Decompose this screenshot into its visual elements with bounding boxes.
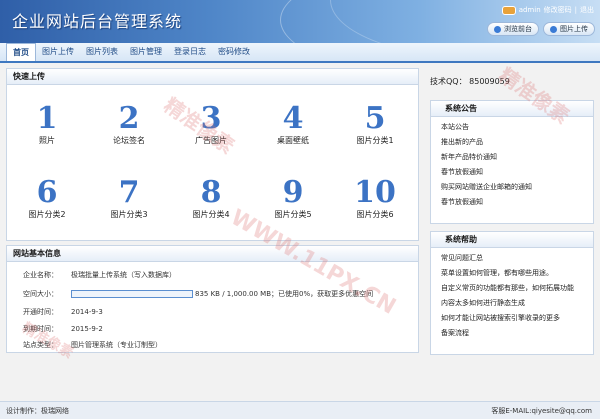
- quick-upload-item[interactable]: 10 图片分类6: [335, 177, 415, 220]
- quick-upload-item[interactable]: 6 图片分类2: [7, 177, 87, 220]
- item-label: 图片分类1: [356, 136, 394, 145]
- tab-image-manage[interactable]: 图片管理: [124, 43, 168, 61]
- quick-upload-item[interactable]: 7 图片分类3: [89, 177, 169, 220]
- quick-upload-grid: 1 照片 2 论坛签名 3 广告图片 4 桌面壁纸 5 图片分类1 6 图片分类…: [7, 85, 418, 241]
- item-label: 图片分类4: [192, 210, 230, 219]
- quick-upload-item[interactable]: 8 图片分类4: [171, 177, 251, 220]
- space-size: 835 KB / 1,000.00 MB；: [195, 290, 279, 298]
- tech-qq: 技术QQ： 85009059: [430, 77, 510, 86]
- help-panel: 系统帮助 常见问题汇总 菜单设置如何管理，都有哪些用途。 自定义常页的功能都有那…: [430, 231, 594, 355]
- info-key: 空间大小：: [23, 290, 58, 298]
- header-buttons: 浏览前台 图片上传: [487, 22, 595, 36]
- header: 企业网站后台管理系统 admin 修改密码 | 退出 浏览前台 图片上传: [0, 0, 600, 43]
- info-key: 企业名称：: [23, 271, 58, 279]
- notice-item[interactable]: 新年产品特价通知: [441, 150, 593, 165]
- item-number: 9: [282, 175, 304, 210]
- info-row-space: 空间大小： 835 KB / 1,000.00 MB； 已使用0% ，获取更多优…: [23, 289, 373, 299]
- item-label: 图片分类5: [274, 210, 312, 219]
- item-label: 广告图片: [195, 136, 227, 145]
- footer: 设计制作：极瑞网络 客服E-MAIL:qiyesite@qq.com: [0, 401, 600, 419]
- item-label: 图片分类3: [110, 210, 148, 219]
- item-label: 照片: [39, 136, 55, 145]
- button-label: 浏览前台: [504, 25, 532, 33]
- space-used: 已使用0%: [278, 290, 311, 298]
- info-key: 站点类型：: [23, 341, 58, 349]
- item-label: 论坛签名: [113, 136, 145, 145]
- quick-upload-panel: 快速上传 1 照片 2 论坛签名 3 广告图片 4 桌面壁纸 5 图片分类1 6…: [6, 68, 419, 241]
- info-value: 图片管理系统（专业订制型）: [71, 341, 162, 349]
- help-item[interactable]: 自定义常页的功能都有那些，如何拓展功能: [441, 281, 593, 296]
- quick-upload-item[interactable]: 5 图片分类1: [335, 103, 415, 146]
- site-info-title: 网站基本信息: [7, 246, 418, 262]
- notice-panel: 系统公告 本站公告 推出新的产品 新年产品特价通知 春节放假通知 购买网站赠送企…: [430, 100, 594, 224]
- item-number: 8: [200, 175, 222, 210]
- user-bar: admin 修改密码 | 退出: [501, 5, 594, 15]
- help-item[interactable]: 备案流程: [441, 326, 593, 341]
- item-number: 1: [36, 101, 58, 136]
- tab-password-change[interactable]: 密码修改: [212, 43, 256, 61]
- footer-credit: 设计制作：极瑞网络: [6, 407, 69, 415]
- item-number: 6: [36, 175, 58, 210]
- item-number: 7: [118, 175, 140, 210]
- info-row-type: 站点类型： 图片管理系统（专业订制型）: [23, 340, 162, 350]
- help-item[interactable]: 内容太多如何进行静态生成: [441, 296, 593, 311]
- info-value: 2014-9-3: [71, 308, 103, 316]
- item-number: 4: [282, 101, 304, 136]
- tab-image-upload[interactable]: 图片上传: [36, 43, 80, 61]
- tab-login-log[interactable]: 登录日志: [168, 43, 212, 61]
- info-row-open: 开通时间： 2014-9-3: [23, 307, 103, 317]
- help-item[interactable]: 如何才能让网站被搜索引擎收录的更多: [441, 311, 593, 326]
- notice-item[interactable]: 购买网站赠送企业邮箱的通知: [441, 180, 593, 195]
- tab-image-list[interactable]: 图片列表: [80, 43, 124, 61]
- item-label: 桌面壁纸: [277, 136, 309, 145]
- notice-item[interactable]: 推出新的产品: [441, 135, 593, 150]
- notice-item[interactable]: 春节放假通知: [441, 195, 593, 210]
- upload-image-button[interactable]: 图片上传: [543, 22, 595, 36]
- item-label: 图片分类2: [28, 210, 66, 219]
- button-label: 图片上传: [560, 25, 588, 33]
- change-password-link[interactable]: 修改密码: [544, 5, 572, 15]
- help-item[interactable]: 常见问题汇总: [441, 251, 593, 266]
- info-row-expire: 到期时间： 2015-9-2: [23, 324, 103, 334]
- item-number: 3: [200, 101, 222, 136]
- info-row-company: 企业名称： 极瑞批量上传系统（写入数据库）: [23, 270, 176, 280]
- item-number: 2: [118, 101, 140, 136]
- upload-icon: [550, 25, 557, 33]
- notice-item[interactable]: 本站公告: [441, 120, 593, 135]
- quick-upload-title: 快速上传: [7, 69, 418, 85]
- get-more-space-link[interactable]: ，获取更多优惠空间: [310, 289, 373, 299]
- browse-frontend-button[interactable]: 浏览前台: [487, 22, 539, 36]
- logout-link[interactable]: 退出: [580, 5, 594, 15]
- space-usage-bar: [71, 290, 193, 298]
- notice-title: 系统公告: [431, 101, 593, 117]
- separator: |: [574, 6, 577, 14]
- app-title: 企业网站后台管理系统: [12, 12, 183, 31]
- help-list: 常见问题汇总 菜单设置如何管理，都有哪些用途。 自定义常页的功能都有那些，如何拓…: [431, 248, 593, 341]
- quick-upload-item[interactable]: 9 图片分类5: [253, 177, 333, 220]
- username: admin: [518, 6, 541, 14]
- user-avatar-icon: [501, 5, 516, 15]
- notice-list: 本站公告 推出新的产品 新年产品特价通知 春节放假通知 购买网站赠送企业邮箱的通…: [431, 117, 593, 210]
- info-value: 极瑞批量上传系统（写入数据库）: [71, 271, 176, 279]
- tab-home[interactable]: 首页: [6, 43, 36, 61]
- item-number: 5: [364, 101, 386, 136]
- site-info-panel: 网站基本信息 企业名称： 极瑞批量上传系统（写入数据库） 空间大小： 835 K…: [6, 245, 419, 353]
- quick-upload-item[interactable]: 1 照片: [7, 103, 87, 146]
- notice-item[interactable]: 春节放假通知: [441, 165, 593, 180]
- item-number: 10: [354, 175, 396, 210]
- home-icon: [494, 25, 501, 33]
- quick-upload-item[interactable]: 3 广告图片: [171, 103, 251, 146]
- nav-tabs: 首页 图片上传 图片列表 图片管理 登录日志 密码修改: [0, 43, 600, 63]
- footer-email: 客服E-MAIL:qiyesite@qq.com: [491, 407, 592, 415]
- info-key: 开通时间：: [23, 308, 58, 316]
- help-title: 系统帮助: [431, 232, 593, 248]
- item-label: 图片分类6: [356, 210, 394, 219]
- info-key: 到期时间：: [23, 325, 58, 333]
- quick-upload-item[interactable]: 4 桌面壁纸: [253, 103, 333, 146]
- quick-upload-item[interactable]: 2 论坛签名: [89, 103, 169, 146]
- help-item[interactable]: 菜单设置如何管理，都有哪些用途。: [441, 266, 593, 281]
- info-value: 2015-9-2: [71, 325, 103, 333]
